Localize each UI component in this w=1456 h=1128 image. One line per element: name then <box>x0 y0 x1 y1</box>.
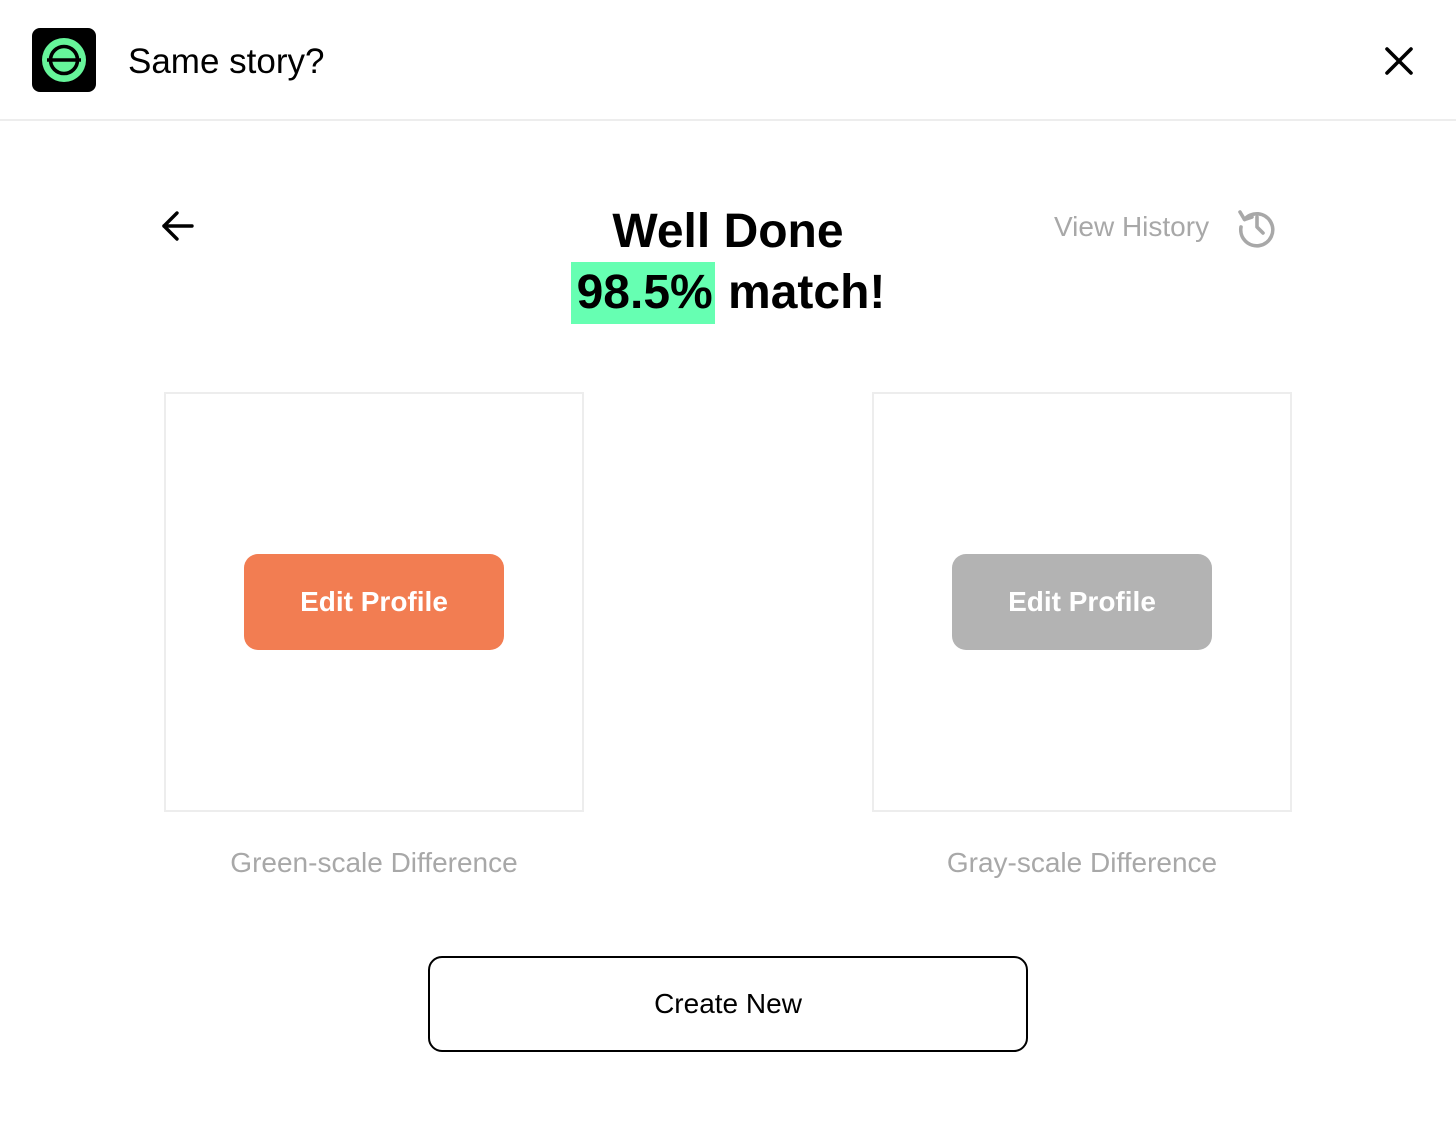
circle-e-logo-icon <box>32 28 96 92</box>
create-new-button[interactable]: Create New <box>428 956 1028 1052</box>
result-headline: Well Done <box>612 205 844 258</box>
edit-profile-button-gray[interactable]: Edit Profile <box>952 554 1212 650</box>
match-line: 98.5% match! <box>428 262 1028 324</box>
match-percent-badge: 98.5% <box>570 262 715 324</box>
page-title: Same story? <box>128 42 325 81</box>
match-suffix: match! <box>728 266 886 319</box>
arrow-left-icon <box>162 211 194 241</box>
app-header: Same story? <box>0 0 1456 121</box>
gray-scale-caption: Gray-scale Difference <box>946 847 1218 878</box>
green-scale-caption: Green-scale Difference <box>230 847 518 878</box>
green-scale-panel: Edit Profile <box>164 392 584 812</box>
close-icon <box>1385 47 1413 75</box>
history-icon <box>1235 205 1279 249</box>
close-button[interactable] <box>1376 38 1422 84</box>
edit-profile-button-green[interactable]: Edit Profile <box>244 554 504 650</box>
back-button[interactable] <box>154 202 202 250</box>
view-history-button[interactable]: View History <box>1054 202 1279 252</box>
gray-scale-panel: Edit Profile <box>872 392 1292 812</box>
result-summary: Well Done 98.5% match! <box>428 204 1028 324</box>
view-history-label: View History <box>1054 211 1210 242</box>
